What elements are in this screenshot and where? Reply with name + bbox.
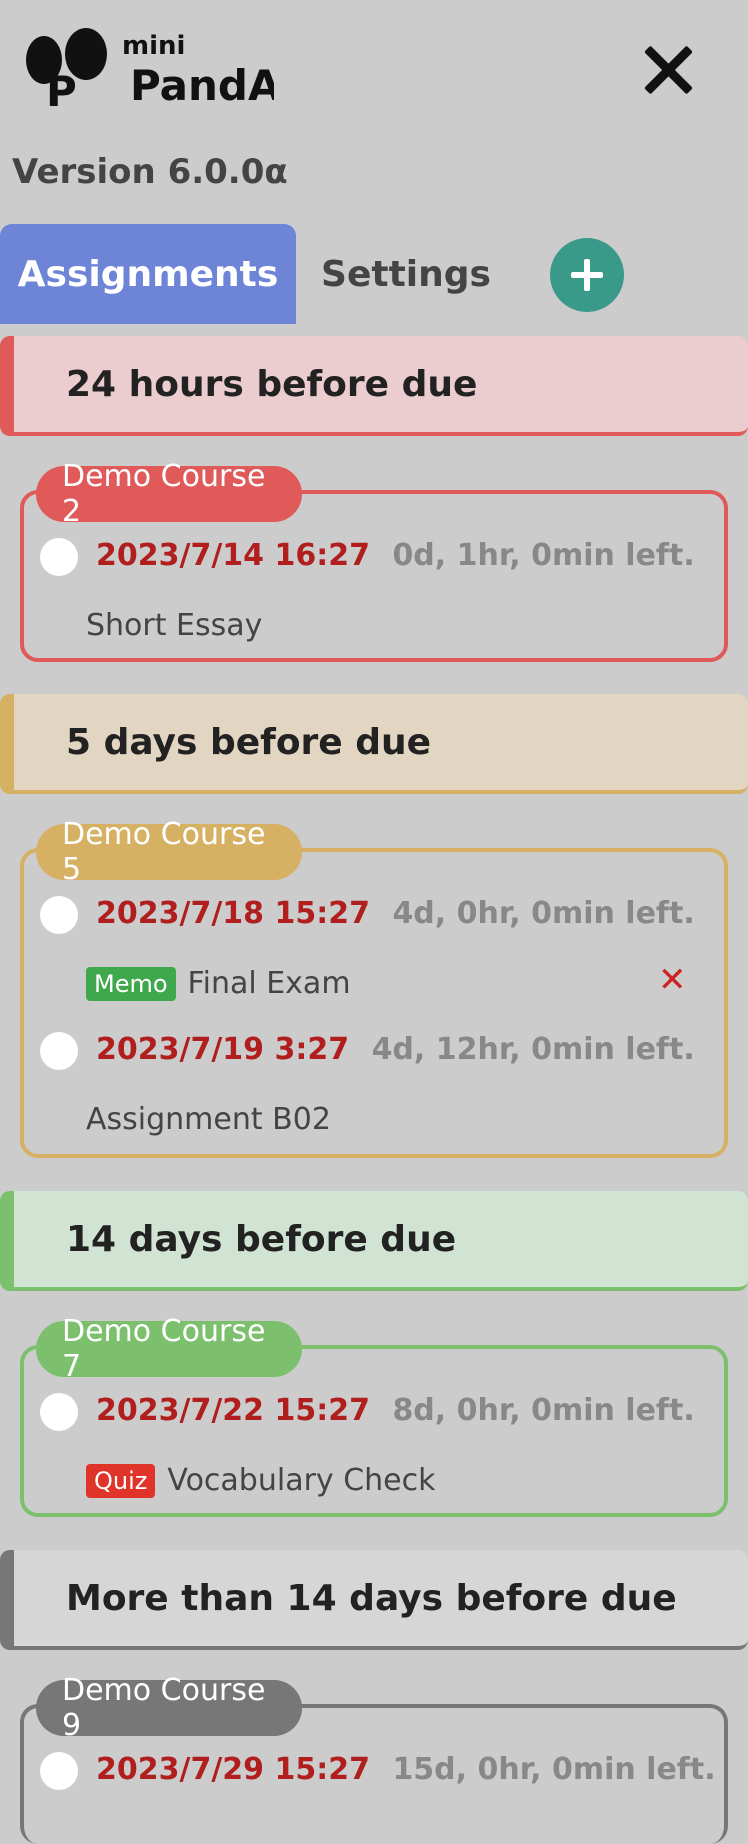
assignment-title: Short Essay (86, 608, 263, 643)
add-memo-button[interactable] (550, 238, 624, 312)
course-label: Demo Course 7 (36, 1314, 302, 1384)
course-label: Demo Course 5 (36, 817, 302, 887)
course-card: Demo Course 5 2023/7/18 15:27 4d, 0hr, 0… (20, 817, 728, 1158)
section-header-more-than-14-days: More than 14 days before due (0, 1550, 748, 1650)
svg-text:mini: mini (122, 31, 185, 61)
tab-settings[interactable]: Settings (316, 224, 496, 324)
course-card: Demo Course 7 2023/7/22 15:27 8d, 0hr, 0… (20, 1314, 728, 1517)
due-date: 2023/7/29 15:27 15d, 0hr, 0min left. (96, 1752, 716, 1787)
course-card: Demo Course 9 2023/7/29 15:27 15d, 0hr, … (20, 1673, 728, 1844)
tab-bar: Assignments Settings (0, 224, 748, 324)
version-label: Version 6.0.0α (12, 152, 288, 192)
course-label: Demo Course 9 (36, 1673, 302, 1743)
assignment-checkbox[interactable] (40, 538, 78, 576)
section-header-24-hours: 24 hours before due (0, 336, 748, 436)
time-left: 4d, 0hr, 0min left. (392, 896, 695, 931)
tab-assignments[interactable]: Assignments (0, 224, 296, 324)
assignment-checkbox[interactable] (40, 1752, 78, 1790)
svg-text:PandA: PandA (130, 61, 274, 110)
time-left: 15d, 0hr, 0min left. (392, 1752, 716, 1787)
time-left: 4d, 12hr, 0min left. (371, 1032, 695, 1067)
assignment-title: Assignment B02 (86, 1102, 331, 1137)
section-title: 14 days before due (66, 1218, 457, 1260)
due-date: 2023/7/14 16:27 0d, 1hr, 0min left. (96, 538, 695, 573)
quiz-tag: Quiz (86, 1463, 156, 1498)
course-label: Demo Course 2 (36, 459, 302, 529)
assignment-checkbox[interactable] (40, 1393, 78, 1431)
memo-tag: Memo (86, 966, 176, 1001)
section-header-14-days: 14 days before due (0, 1191, 748, 1291)
section-title: 24 hours before due (66, 363, 478, 405)
app-header: P mini PandA (0, 0, 748, 140)
section-header-5-days: 5 days before due (0, 694, 748, 794)
close-icon[interactable] (640, 42, 696, 98)
section-title: More than 14 days before due (66, 1577, 677, 1619)
assignment-title: Memo Final Exam (86, 966, 351, 1001)
minipanda-logo: P mini PandA (26, 28, 274, 115)
delete-memo-icon[interactable]: ✕ (658, 960, 687, 1000)
svg-text:P: P (46, 67, 77, 115)
due-date: 2023/7/22 15:27 8d, 0hr, 0min left. (96, 1393, 695, 1428)
time-left: 8d, 0hr, 0min left. (392, 1393, 695, 1428)
time-left: 0d, 1hr, 0min left. (392, 538, 695, 573)
course-card: Demo Course 2 2023/7/14 16:27 0d, 1hr, 0… (20, 459, 728, 662)
due-date: 2023/7/18 15:27 4d, 0hr, 0min left. (96, 896, 695, 931)
due-date: 2023/7/19 3:27 4d, 12hr, 0min left. (96, 1032, 695, 1067)
assignment-checkbox[interactable] (40, 896, 78, 934)
assignment-checkbox[interactable] (40, 1032, 78, 1070)
assignment-title: Quiz Vocabulary Check (86, 1463, 436, 1498)
section-title: 5 days before due (66, 721, 432, 763)
